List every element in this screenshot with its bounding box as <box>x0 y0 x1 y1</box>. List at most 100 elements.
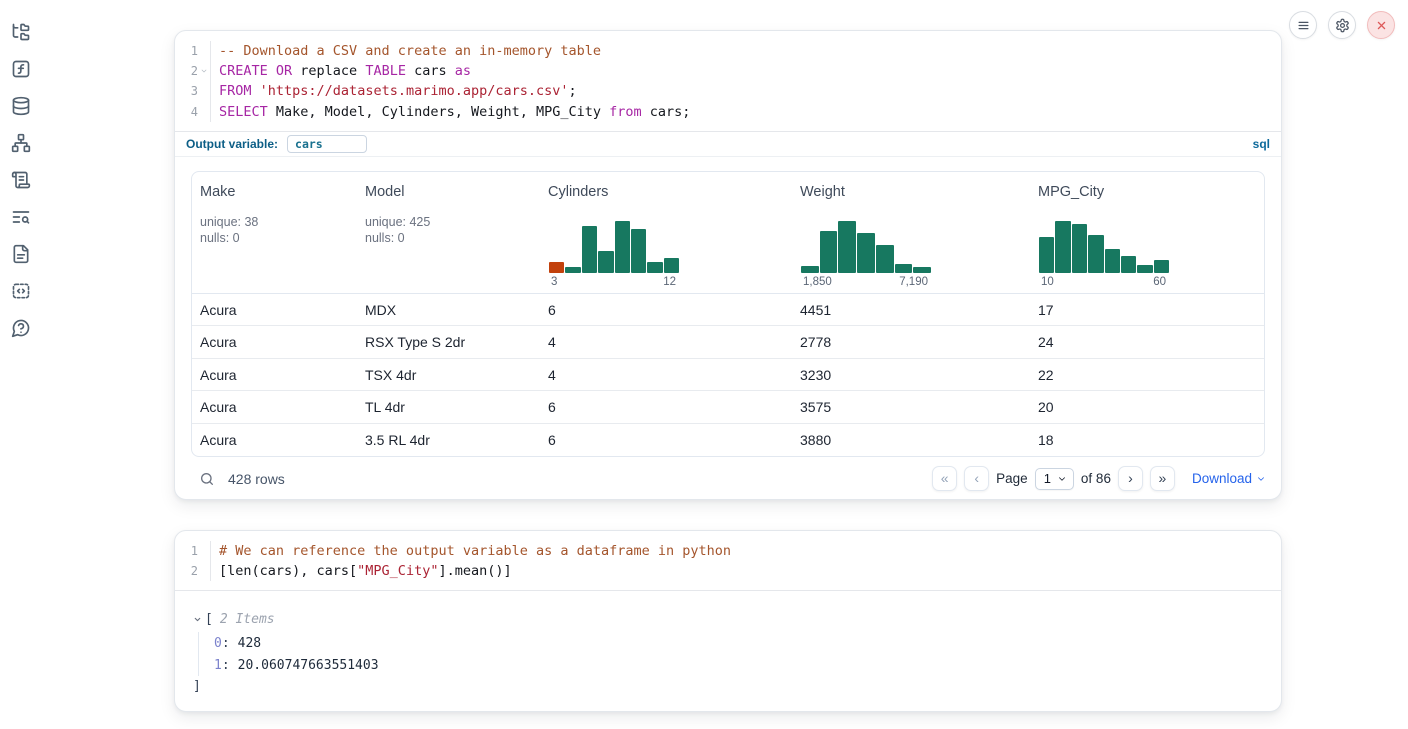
search-logs-icon[interactable] <box>10 206 32 228</box>
histogram-bar[interactable] <box>1072 224 1087 272</box>
histogram-bar[interactable] <box>549 262 564 272</box>
tree-entry: 1:20.060747663551403 <box>214 654 1265 676</box>
column-title[interactable]: Cylinders <box>548 184 784 200</box>
histogram-bar[interactable] <box>664 258 679 273</box>
dependencies-icon[interactable] <box>10 132 32 154</box>
histogram-bar[interactable] <box>913 267 931 273</box>
documentation-icon[interactable] <box>10 243 32 265</box>
table-cell: 3880 <box>792 432 1030 448</box>
table-cell: 6 <box>540 399 792 415</box>
table-output: Makeunique: 38nulls: 0Modelunique: 425nu… <box>175 157 1281 458</box>
fold-arrow-icon[interactable] <box>198 67 210 75</box>
database-icon[interactable] <box>10 95 32 117</box>
histogram-min-label: 1,850 <box>803 276 832 288</box>
table-cell: 6 <box>540 302 792 318</box>
download-label: Download <box>1192 471 1252 486</box>
histogram-bar[interactable] <box>895 264 913 273</box>
logs-icon[interactable] <box>10 169 32 191</box>
histogram-bar[interactable] <box>598 251 613 273</box>
tree-root[interactable]: [ 2 Items <box>193 609 1265 630</box>
histogram-bar[interactable] <box>820 231 838 273</box>
row-count: 428 rows <box>199 471 285 487</box>
table-cell: Acura <box>192 367 357 383</box>
tree-key: 1 <box>214 658 222 673</box>
histogram-max-label: 12 <box>663 276 676 288</box>
tree-key: 0 <box>214 636 222 651</box>
histogram-bar[interactable] <box>1088 235 1103 273</box>
snippets-icon[interactable] <box>10 280 32 302</box>
histogram-bar[interactable] <box>1137 265 1152 273</box>
download-button[interactable]: Download <box>1192 471 1266 486</box>
next-page-button[interactable]: › <box>1118 466 1143 491</box>
tree-body: 0:4281:20.060747663551403 <box>198 632 1265 676</box>
histogram-min-label: 3 <box>551 276 557 288</box>
notebook-controls <box>1289 11 1395 39</box>
page-label: Page <box>996 471 1028 486</box>
column-title[interactable]: MPG_City <box>1038 184 1256 200</box>
table-cell: MDX <box>357 302 540 318</box>
table-cell: 2778 <box>792 334 1030 350</box>
code-line: 1-- Download a CSV and create an in-memo… <box>175 41 1281 61</box>
page-select-value: 1 <box>1044 471 1051 486</box>
table-row: Acura3.5 RL 4dr6388018 <box>192 424 1264 457</box>
output-variable-input[interactable] <box>287 135 367 153</box>
column-title[interactable]: Weight <box>800 184 1022 200</box>
tree-value: 428 <box>238 636 261 651</box>
histogram-bar[interactable] <box>1105 249 1120 272</box>
histogram-bar[interactable] <box>857 233 875 273</box>
column-title[interactable]: Model <box>365 184 532 200</box>
search-icon[interactable] <box>199 471 215 487</box>
close-button[interactable] <box>1367 11 1395 39</box>
table-row: AcuraMDX6445117 <box>192 294 1264 327</box>
page-total-label: of 86 <box>1081 471 1111 486</box>
table-footer: 428 rows « ‹ Page 1 of 86 › » Download <box>175 457 1281 500</box>
column-title[interactable]: Make <box>200 184 349 200</box>
column-histogram: 1,8507,190 <box>801 221 931 288</box>
table-cell: 3.5 RL 4dr <box>357 432 540 448</box>
line-number: 2 <box>191 561 198 581</box>
column-stats: unique: 38nulls: 0 <box>200 214 349 247</box>
histogram-bar[interactable] <box>1121 256 1136 273</box>
line-number: 4 <box>191 102 198 122</box>
tree-value: 20.060747663551403 <box>238 658 379 673</box>
table-cell: 24 <box>1030 334 1264 350</box>
column-histogram: 3 12 <box>549 221 679 288</box>
chevron-down-icon[interactable] <box>193 615 202 624</box>
histogram-bar[interactable] <box>1055 221 1070 273</box>
line-number: 3 <box>191 81 198 101</box>
settings-button[interactable] <box>1328 11 1356 39</box>
open-bracket: [ <box>205 612 213 627</box>
output-variable-label: Output variable: <box>186 137 278 151</box>
file-tree-icon[interactable] <box>10 21 32 43</box>
histogram-bar[interactable] <box>1154 260 1169 273</box>
table-cell: 3230 <box>792 367 1030 383</box>
line-number: 2 <box>191 61 198 81</box>
histogram-bar[interactable] <box>838 221 856 273</box>
menu-button[interactable] <box>1289 11 1317 39</box>
close-bracket: ] <box>193 676 1265 696</box>
help-icon[interactable] <box>10 317 32 339</box>
sql-code-editor[interactable]: 1-- Download a CSV and create an in-memo… <box>175 31 1281 131</box>
histogram-bar[interactable] <box>876 245 894 273</box>
output-tree: [ 2 Items 0:4281:20.060747663551403 ] <box>193 609 1265 696</box>
histogram-bar[interactable] <box>615 221 630 273</box>
functions-icon[interactable] <box>10 58 32 80</box>
histogram-bar[interactable] <box>582 226 597 273</box>
histogram-bar[interactable] <box>647 262 662 273</box>
first-page-button[interactable]: « <box>932 466 957 491</box>
page-select[interactable]: 1 <box>1035 468 1074 490</box>
histogram-bar[interactable] <box>565 267 580 273</box>
last-page-button[interactable]: » <box>1150 466 1175 491</box>
table-cell: 17 <box>1030 302 1264 318</box>
column-header: Weight 1,8507,190 <box>792 172 1030 293</box>
table-cell: 18 <box>1030 432 1264 448</box>
prev-page-button[interactable]: ‹ <box>964 466 989 491</box>
code-line: 2CREATE OR replace TABLE cars as <box>175 61 1281 81</box>
histogram-bar[interactable] <box>1039 237 1054 272</box>
table-row: AcuraTL 4dr6357520 <box>192 391 1264 424</box>
histogram-bar[interactable] <box>631 229 646 273</box>
histogram-min-label: 10 <box>1041 276 1054 288</box>
code-line: 4SELECT Make, Model, Cylinders, Weight, … <box>175 102 1281 122</box>
python-code-editor[interactable]: 1# We can reference the output variable … <box>175 531 1281 590</box>
histogram-bar[interactable] <box>801 266 819 273</box>
